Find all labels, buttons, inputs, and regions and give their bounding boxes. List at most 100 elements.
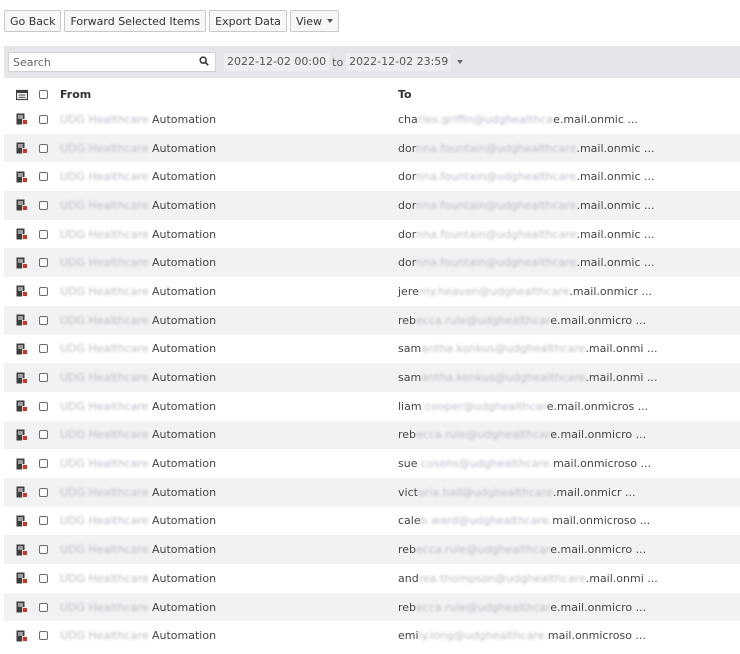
row-checkbox[interactable]: [34, 315, 52, 325]
row-checkbox[interactable]: [34, 401, 52, 411]
table-row[interactable]: UDG Healthcare Automation sue.cosens@udgh…: [4, 449, 740, 478]
to-address-end: e.mail.onmicro ...: [550, 313, 647, 327]
message-status-cell: [10, 458, 34, 470]
row-checkbox[interactable]: [34, 172, 52, 182]
message-status-cell: [10, 544, 34, 556]
message-status-cell: [10, 314, 34, 327]
message-status-cell: [10, 113, 34, 126]
table-row[interactable]: UDG Healthcare Automation samantha.konkus…: [4, 335, 740, 364]
search-input[interactable]: [9, 53, 197, 71]
to-address-start: liam: [398, 399, 422, 413]
row-checkbox[interactable]: [34, 143, 52, 153]
go-back-button[interactable]: Go Back: [4, 10, 62, 32]
from-name: Automation: [152, 256, 217, 270]
table-row[interactable]: UDG Healthcare Automation dornna.fountain…: [4, 220, 740, 249]
from-name-redacted: UDG Healthcare: [60, 485, 149, 499]
row-checkbox[interactable]: [34, 373, 52, 383]
row-checkbox[interactable]: [34, 430, 52, 440]
message-status-cell: [10, 257, 34, 269]
message-status-cell: [10, 343, 34, 355]
message-icon: [16, 199, 28, 212]
to-cell: dornna.fountain@udghealthcare.mail.onmic…: [398, 170, 655, 183]
row-checkbox[interactable]: [34, 631, 52, 641]
table-row[interactable]: UDG Healthcare Automation charles.griffin…: [4, 105, 740, 134]
table-row[interactable]: UDG Healthcare Automation caleb.ward@udgh…: [4, 507, 740, 536]
table-row[interactable]: UDG Healthcare Automation victoria.hall@u…: [4, 477, 740, 507]
view-dropdown[interactable]: View: [289, 10, 340, 32]
to-address-end: e.mail.onmic ...: [553, 112, 638, 126]
row-checkbox[interactable]: [34, 200, 52, 210]
table-row[interactable]: UDG Healthcare Automation dornna.fountain…: [4, 133, 740, 163]
date-range-dropdown[interactable]: [451, 53, 469, 71]
from-name-redacted: UDG Healthcare: [60, 313, 149, 327]
export-data-button[interactable]: Export Data: [209, 10, 287, 32]
message-status-cell: [10, 285, 34, 298]
from-name-redacted: UDG Healthcare: [60, 428, 149, 442]
search-icon[interactable]: [199, 56, 209, 66]
to-address-start: sue: [398, 457, 418, 471]
to-address-redacted: antha.konkus@udghealthcare: [421, 342, 586, 356]
table-row[interactable]: UDG Healthcare Automation jeremy.heaven@u…: [4, 277, 740, 306]
table-row[interactable]: UDG Healthcare Automation andrea.thompson…: [4, 564, 740, 593]
forward-selected-button[interactable]: Forward Selected Items: [64, 10, 207, 32]
from-name: Automation: [152, 227, 217, 241]
from-cell: UDG Healthcare Automation: [60, 228, 216, 241]
table-row[interactable]: UDG Healthcare Automation dornna.fountain…: [4, 191, 740, 220]
message-icon: [16, 400, 28, 413]
row-checkbox[interactable]: [34, 344, 52, 354]
message-icon: [16, 257, 28, 269]
table-row[interactable]: UDG Healthcare Automation liam.cooper@udg…: [4, 392, 740, 421]
from-cell: UDG Healthcare Automation: [60, 256, 216, 269]
row-checkbox[interactable]: [34, 258, 52, 268]
select-all-checkbox[interactable]: [34, 90, 52, 99]
table-row[interactable]: UDG Healthcare Automation rebecca.rule@ud…: [4, 420, 740, 450]
row-checkbox[interactable]: [34, 602, 52, 612]
to-address-end: e.mail.onmicro ...: [550, 600, 647, 614]
table-row[interactable]: UDG Healthcare Automation dornna.fountain…: [4, 248, 740, 278]
from-name: Automation: [152, 428, 217, 442]
row-checkbox[interactable]: [34, 573, 52, 583]
row-checkbox[interactable]: [34, 229, 52, 239]
to-cell: sue.cosens@udghealthcare.mail.onmicroso …: [398, 457, 651, 470]
table-header: From To: [4, 84, 740, 105]
message-status-cell: [10, 400, 34, 413]
date-to-field[interactable]: 2022-12-02 23:59: [346, 53, 452, 71]
message-status-cell: [10, 515, 34, 527]
table-row[interactable]: UDG Healthcare Automation samantha.konkus…: [4, 363, 740, 392]
column-header-from[interactable]: From: [60, 88, 91, 101]
row-checkbox[interactable]: [34, 487, 52, 497]
to-address-start: and: [398, 571, 419, 585]
table-row[interactable]: UDG Healthcare Automation emily.long@udgh…: [4, 621, 740, 650]
table-row[interactable]: UDG Healthcare Automation rebecca.rule@ud…: [4, 535, 740, 564]
table-row[interactable]: UDG Healthcare Automation rebecca.rule@ud…: [4, 305, 740, 335]
to-address-redacted: nna.fountain@udghealthcare: [416, 198, 577, 212]
row-checkbox[interactable]: [34, 286, 52, 296]
message-icon: [16, 515, 28, 527]
to-cell: victoria.hall@udghealthcare.mail.onmicr …: [398, 486, 636, 499]
date-from-field[interactable]: 2022-12-02 00:00: [224, 53, 330, 71]
table-row[interactable]: UDG Healthcare Automation dornna.fountain…: [4, 162, 740, 191]
to-cell: rebecca.rule@udghealthcare.mail.onmicro …: [398, 314, 646, 327]
table-row[interactable]: UDG Healthcare Automation rebecca.rule@ud…: [4, 592, 740, 622]
from-cell: UDG Healthcare Automation: [60, 543, 216, 556]
to-address-start: reb: [398, 428, 417, 442]
to-address-start: vict: [398, 485, 418, 499]
column-header-to[interactable]: To: [398, 88, 412, 101]
message-icon: [16, 171, 28, 183]
to-address-start: dor: [398, 227, 417, 241]
row-checkbox[interactable]: [34, 459, 52, 469]
to-address-end: .mail.onmicr ...: [552, 485, 636, 499]
row-checkbox[interactable]: [34, 516, 52, 526]
row-checkbox[interactable]: [34, 545, 52, 555]
to-address-redacted: ecca.rule@udghealthcar: [416, 313, 551, 327]
to-address-start: dor: [398, 170, 417, 184]
message-icon: [16, 314, 28, 327]
from-name: Automation: [152, 399, 217, 413]
message-status-cell: [10, 601, 34, 613]
message-icon: [16, 630, 28, 642]
to-address-end: e.mail.onmicros ...: [546, 399, 649, 413]
from-name: Automation: [152, 170, 217, 184]
caret-down-icon: [327, 19, 334, 23]
row-checkbox[interactable]: [34, 114, 52, 124]
to-address-start: dor: [398, 198, 417, 212]
